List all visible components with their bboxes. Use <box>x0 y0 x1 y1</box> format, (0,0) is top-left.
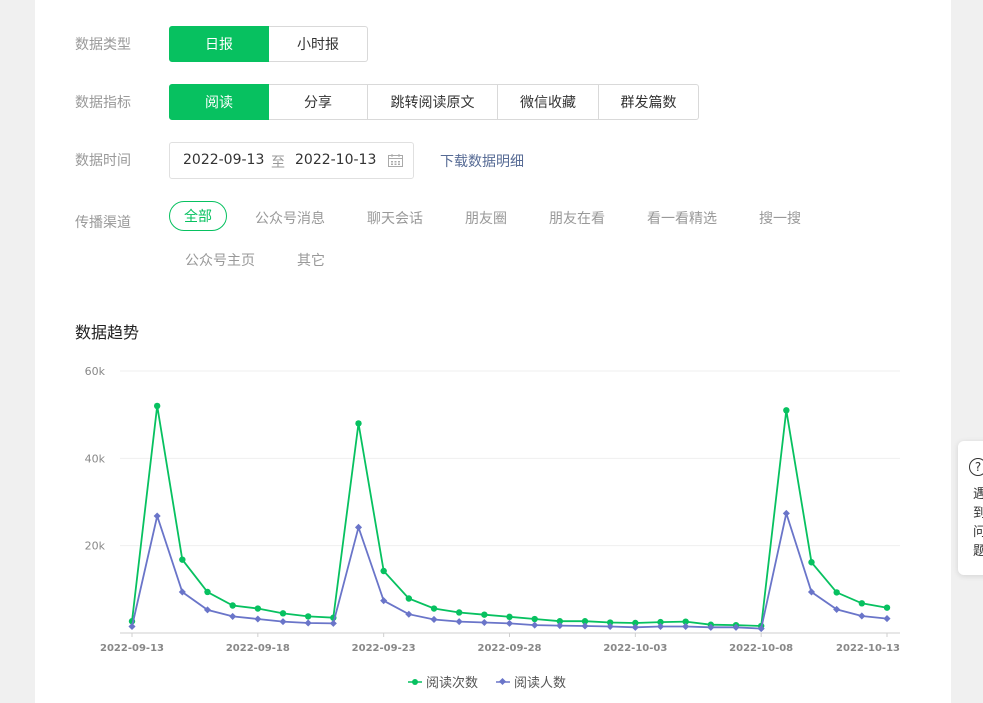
data-point-readers <box>380 597 388 605</box>
data-point-reads <box>254 605 262 612</box>
data-point-reads <box>355 420 362 427</box>
series-line-readers <box>131 509 888 630</box>
data-point-readers <box>883 615 891 623</box>
legend-marker-readers <box>496 677 511 685</box>
y-tick-label: 40k <box>85 452 106 465</box>
data-point-readers <box>480 618 488 627</box>
y-tick-label: 60k <box>85 365 106 378</box>
data-point-reads <box>430 605 438 612</box>
legend-label-readers: 阅读人数 <box>514 676 567 691</box>
data-point-reads <box>405 595 413 602</box>
question-icon: ? <box>969 458 983 476</box>
y-tick-label: 20k <box>85 540 106 553</box>
x-tick-label: 2022-09-23 <box>352 643 416 654</box>
data-point-readers <box>279 618 287 626</box>
data-point-readers <box>858 612 866 620</box>
chart-legend: 阅读次数 阅读人数 <box>408 672 566 691</box>
data-point-reads <box>179 556 186 563</box>
x-tick-label: 2022-10-08 <box>729 643 793 654</box>
x-tick-label: 2022-09-18 <box>226 643 290 654</box>
help-text: 遇到问题 <box>973 487 983 559</box>
legend-marker-reads <box>408 678 422 685</box>
data-point-readers <box>153 512 161 520</box>
data-point-readers <box>329 619 337 627</box>
data-point-reads <box>858 600 866 607</box>
data-point-reads <box>204 588 211 596</box>
data-point-reads <box>455 609 463 616</box>
series-line-reads <box>131 405 888 627</box>
trend-chart: 20k 40k 60k 2022-09-13 2022-09-18 2022-09-23 2… <box>85 365 900 654</box>
x-tick-label: 2022-10-03 <box>603 643 667 654</box>
data-point-readers <box>254 615 262 623</box>
data-point-reads <box>531 615 538 623</box>
data-point-readers <box>304 619 312 627</box>
data-point-readers <box>505 619 514 627</box>
data-point-reads <box>229 602 236 609</box>
x-tick-label: 2022-09-28 <box>478 643 542 654</box>
legend-item-reads[interactable]: 阅读次数 <box>408 672 478 691</box>
data-point-reads <box>304 613 312 620</box>
data-point-reads <box>153 402 161 410</box>
data-point-reads <box>481 611 488 618</box>
data-point-reads <box>279 610 287 617</box>
x-tick-label: 2022-09-13 <box>100 643 164 654</box>
data-point-readers <box>581 622 589 630</box>
data-point-readers <box>430 615 438 623</box>
data-point-reads <box>783 407 790 414</box>
data-point-reads <box>883 604 891 611</box>
data-point-readers <box>531 621 539 629</box>
legend-label-reads: 阅读次数 <box>426 676 479 691</box>
data-point-reads <box>380 567 387 575</box>
data-point-reads <box>506 613 513 621</box>
data-point-readers <box>782 509 790 517</box>
data-point-reads <box>833 589 840 596</box>
data-point-readers <box>128 622 136 630</box>
help-floating-panel[interactable]: ? 遇到问题 <box>958 441 983 575</box>
data-point-readers <box>682 622 690 630</box>
data-point-reads <box>808 559 815 566</box>
data-point-readers <box>354 523 363 531</box>
data-point-readers <box>455 618 463 626</box>
data-point-readers <box>405 610 413 618</box>
legend-item-readers[interactable]: 阅读人数 <box>496 672 566 691</box>
x-tick-label: 2022-10-13 <box>836 643 900 654</box>
data-point-readers <box>229 612 237 620</box>
